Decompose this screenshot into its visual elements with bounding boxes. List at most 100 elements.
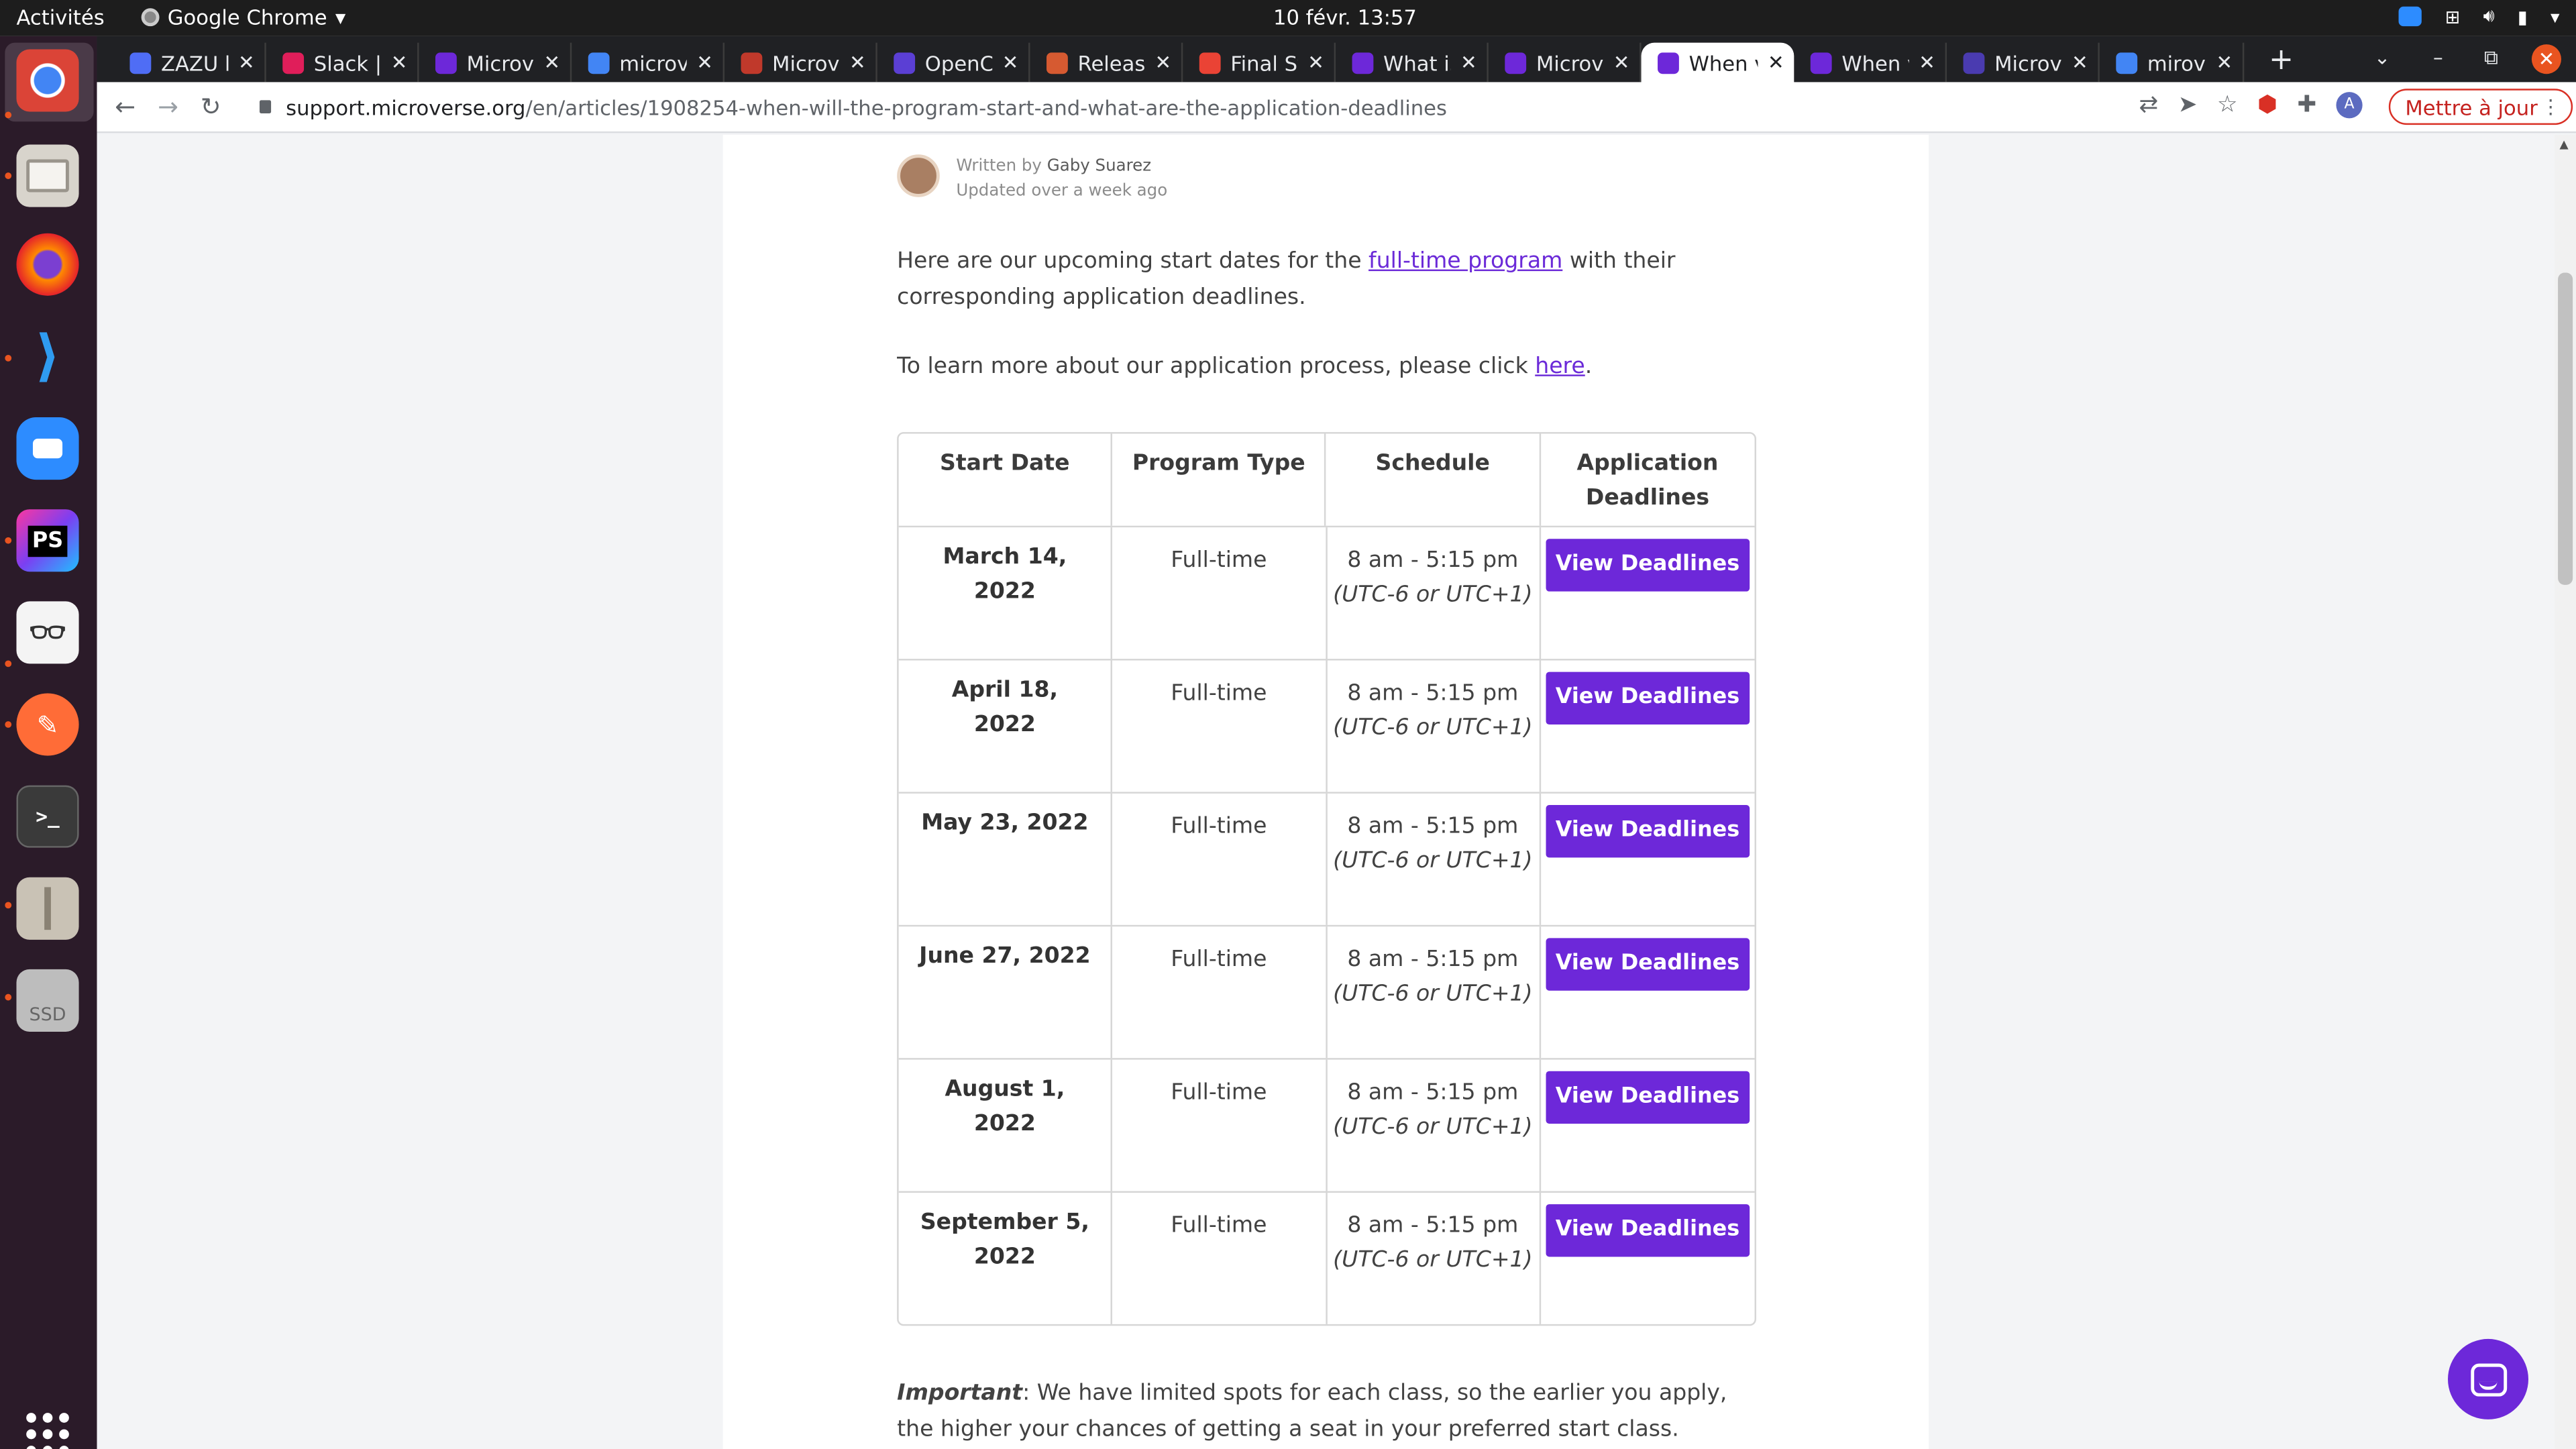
table-row: April 18, 2022 Full-time 8 am - 5:15 pm (UT… xyxy=(898,660,1755,794)
tab-close-icon[interactable]: ✕ xyxy=(1919,51,1935,74)
tab-close-icon[interactable]: ✕ xyxy=(1768,51,1784,74)
tab-close-icon[interactable]: ✕ xyxy=(2072,51,2088,74)
chrome-menu-kebab-icon[interactable]: ⋮ xyxy=(2541,95,2561,118)
schedule-cell: 8 am - 5:15 pm (UTC-6 or UTC+1) xyxy=(1327,793,1541,925)
tab-close-icon[interactable]: ✕ xyxy=(1155,51,1171,74)
app-menu[interactable]: Google Chrome ▾ xyxy=(141,5,345,30)
lock-icon[interactable] xyxy=(259,100,272,113)
activities-button[interactable]: Activités xyxy=(16,5,104,30)
adblock-extension-icon[interactable]: ⬢ xyxy=(2257,92,2277,118)
files-icon[interactable] xyxy=(16,144,79,207)
tab-favicon-icon xyxy=(588,52,610,73)
tab-close-icon[interactable]: ✕ xyxy=(391,51,408,74)
new-tab-button[interactable]: + xyxy=(2269,43,2294,77)
full-time-program-link[interactable]: full-time program xyxy=(1368,248,1562,274)
terminal-icon[interactable]: >_ xyxy=(16,785,79,848)
browser-tab[interactable]: Final St ✕ xyxy=(1183,42,1336,83)
view-deadlines-button[interactable]: View Deadlines xyxy=(1546,1204,1750,1257)
window-close-button[interactable]: ✕ xyxy=(2531,44,2561,74)
extensions-puzzle-icon[interactable]: ✚ xyxy=(2297,92,2316,118)
tab-close-icon[interactable]: ✕ xyxy=(1613,51,1630,74)
tab-search-icon[interactable]: ⌄ xyxy=(2374,46,2391,69)
browser-tab[interactable]: When v ✕ xyxy=(1641,42,1794,83)
volume-icon[interactable]: 🔊︎ xyxy=(2483,5,2495,28)
ssd-drive-icon[interactable]: SSD xyxy=(16,969,79,1032)
postman-icon[interactable]: ✎ xyxy=(16,693,79,756)
browser-tab[interactable]: Microv ✕ xyxy=(724,42,877,83)
scroll-up-arrow-icon[interactable]: ▲ xyxy=(2560,138,2569,152)
profile-avatar[interactable]: A xyxy=(2336,92,2363,119)
browser-tab[interactable]: Microv ✕ xyxy=(1489,42,1642,83)
deadline-cell: View Deadlines xyxy=(1541,794,1755,925)
restore-button[interactable]: ⧉ xyxy=(2484,46,2498,71)
browser-tab[interactable]: mirove ✕ xyxy=(2100,42,2245,83)
running-indicator xyxy=(5,994,12,1001)
author-avatar xyxy=(897,154,940,197)
forward-button[interactable]: → xyxy=(158,92,178,121)
view-deadlines-button[interactable]: View Deadlines xyxy=(1546,1071,1750,1124)
reload-button[interactable]: ↻ xyxy=(201,92,221,121)
intercom-chat-launcher[interactable] xyxy=(2448,1338,2529,1419)
program-type-cell: Full-time xyxy=(1113,1192,1327,1324)
network-icon[interactable]: ⊞ xyxy=(2445,6,2461,28)
browser-tab[interactable]: Release ✕ xyxy=(1030,42,1183,83)
tab-close-icon[interactable]: ✕ xyxy=(696,51,713,74)
tab-close-icon[interactable]: ✕ xyxy=(1460,51,1477,74)
browser-tab[interactable]: microv ✕ xyxy=(572,42,725,83)
omnibox[interactable]: support.microverse.org/en/articles/19082… xyxy=(286,95,1447,120)
power-menu-icon[interactable]: ▾ xyxy=(2551,6,2560,28)
table-row: May 23, 2022 Full-time 8 am - 5:15 pm (UTC-… xyxy=(898,793,1755,927)
tab-close-icon[interactable]: ✕ xyxy=(543,51,560,74)
program-type-cell: Full-time xyxy=(1113,660,1327,792)
phpstorm-icon[interactable]: PS xyxy=(16,509,79,572)
view-deadlines-button[interactable]: View Deadlines xyxy=(1546,805,1750,858)
clock[interactable]: 10 févr. 13:57 xyxy=(1273,5,1417,30)
tab-close-icon[interactable]: ✕ xyxy=(1307,51,1324,74)
show-applications-icon[interactable] xyxy=(26,1413,69,1449)
bookmark-star-icon[interactable]: ☆ xyxy=(2217,92,2238,118)
browser-tab[interactable]: ZAZU b ✕ xyxy=(113,42,266,83)
start-date-cell: September 5, 2022 xyxy=(899,1192,1113,1324)
browser-tab[interactable]: Microv ✕ xyxy=(1947,42,2100,83)
document-viewer-icon[interactable]: 👓︎ xyxy=(16,601,79,664)
browser-tab[interactable]: Slack | ✕ xyxy=(266,42,419,83)
schedule-time: 8 am - 5:15 pm xyxy=(1347,946,1519,973)
schedule-timezone: (UTC-6 or UTC+1) xyxy=(1333,581,1533,608)
schedule-timezone: (UTC-6 or UTC+1) xyxy=(1333,714,1533,741)
zoom-icon[interactable] xyxy=(16,417,79,480)
dock: ⟩ PS 👓︎ ✎ >_ SSD xyxy=(0,36,97,1449)
tab-title: OpenC xyxy=(924,50,993,75)
back-button[interactable]: ← xyxy=(115,92,136,121)
tab-close-icon[interactable]: ✕ xyxy=(238,51,255,74)
page-viewport: Written by Gaby Suarez Updated over a we… xyxy=(97,134,2555,1449)
tab-close-icon[interactable]: ✕ xyxy=(849,51,866,74)
tab-title: When v xyxy=(1688,50,1758,75)
page-scrollbar[interactable]: ▲ xyxy=(2555,134,2576,1449)
browser-tab[interactable]: What is ✕ xyxy=(1336,42,1489,83)
tab-close-icon[interactable]: ✕ xyxy=(1002,51,1019,74)
scrollbar-thumb[interactable] xyxy=(2558,272,2573,585)
send-icon[interactable]: ➤ xyxy=(2178,92,2198,118)
browser-tab[interactable]: Microv ✕ xyxy=(419,42,572,83)
view-deadlines-button[interactable]: View Deadlines xyxy=(1546,938,1750,991)
chrome-icon[interactable] xyxy=(16,49,79,112)
running-indicator xyxy=(5,721,12,728)
minimize-button[interactable]: – xyxy=(2433,46,2443,69)
tab-close-icon[interactable]: ✕ xyxy=(2216,51,2233,74)
view-deadlines-button[interactable]: View Deadlines xyxy=(1546,672,1750,725)
translate-icon[interactable]: ⇄ xyxy=(2139,92,2159,118)
vscode-icon[interactable]: ⟩ xyxy=(16,325,78,388)
archive-icon[interactable] xyxy=(16,877,79,940)
browser-tab[interactable]: When v ✕ xyxy=(1794,42,1947,83)
view-deadlines-button[interactable]: View Deadlines xyxy=(1546,539,1750,592)
application-process-link[interactable]: here xyxy=(1535,354,1585,380)
zoom-tray-icon[interactable] xyxy=(2399,6,2422,27)
battery-icon[interactable]: ▮ xyxy=(2518,6,2528,28)
update-chrome-button[interactable]: Mettre à jour ⋮ xyxy=(2388,89,2573,125)
system-tray[interactable]: ⊞ 🔊︎ ▮ ▾ xyxy=(2399,5,2560,28)
browser-tab[interactable]: OpenC ✕ xyxy=(877,42,1030,83)
app-menu-label: Google Chrome xyxy=(167,5,327,30)
schedule-cell: 8 am - 5:15 pm (UTC-6 or UTC+1) xyxy=(1327,1059,1541,1191)
firefox-icon[interactable] xyxy=(16,233,79,296)
article-container: Written by Gaby Suarez Updated over a we… xyxy=(722,134,1929,1449)
